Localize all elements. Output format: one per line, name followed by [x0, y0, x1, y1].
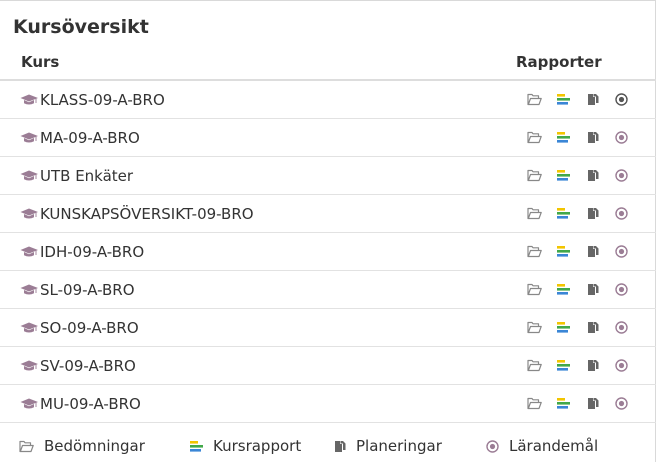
learning-goals-icon[interactable]: [615, 131, 630, 145]
assessments-icon[interactable]: [527, 131, 542, 145]
plannings-icon[interactable]: [587, 397, 602, 411]
assessments-icon[interactable]: [527, 207, 542, 221]
course-link[interactable]: MU-09-A-BRO: [20, 385, 141, 422]
course-name: KUNSKAPSÖVERSIKT-09-BRO: [40, 204, 254, 223]
assessments-icon[interactable]: [527, 283, 542, 297]
course-row: SL-09-A-BRO: [0, 271, 656, 309]
plannings-icon[interactable]: [587, 359, 602, 373]
legend-plannings: Planeringar: [334, 431, 442, 461]
legend-course-report-label: Kursrapport: [213, 437, 302, 455]
assessments-icon[interactable]: [527, 321, 542, 335]
learning-goals-icon[interactable]: [615, 169, 630, 183]
legend-course-report: Kursrapport: [190, 431, 301, 461]
course-row: UTB Enkäter: [0, 157, 656, 195]
graduation-cap-icon: [20, 360, 38, 370]
course-report-icon[interactable]: [557, 397, 572, 411]
course-name: SO-09-A-BRO: [40, 318, 139, 337]
plannings-icon[interactable]: [587, 131, 602, 145]
learning-goals-icon[interactable]: [615, 321, 630, 335]
plannings-icon[interactable]: [587, 245, 602, 259]
learning-goals-icon[interactable]: [615, 207, 630, 221]
course-row: KUNSKAPSÖVERSIKT-09-BRO: [0, 195, 656, 233]
course-name: SL-09-A-BRO: [40, 280, 135, 299]
course-link[interactable]: SO-09-A-BRO: [20, 309, 139, 346]
course-overview-panel: Kursöversikt Kurs Rapporter KLASS-09-A-B…: [0, 0, 656, 462]
learning-goals-icon[interactable]: [615, 93, 630, 107]
course-report-icon[interactable]: [557, 131, 572, 145]
learning-goals-icon[interactable]: [615, 245, 630, 259]
course-row: MU-09-A-BRO: [0, 385, 656, 423]
graduation-cap-icon: [20, 322, 38, 332]
assessments-icon[interactable]: [527, 359, 542, 373]
graduation-cap-icon: [20, 246, 38, 256]
course-report-icon[interactable]: [557, 245, 572, 259]
course-row: SO-09-A-BRO: [0, 309, 656, 347]
legend-learning-goals-label: Lärandemål: [509, 437, 599, 455]
course-name: MA-09-A-BRO: [40, 128, 140, 147]
column-header-reports: Rapporter: [516, 53, 602, 71]
course-report-icon[interactable]: [557, 207, 572, 221]
course-name: IDH-09-A-BRO: [40, 242, 145, 261]
plannings-icon[interactable]: [587, 169, 602, 183]
column-header-course: Kurs: [21, 53, 60, 71]
plannings-icon[interactable]: [587, 321, 602, 335]
legend: Bedömningar Kursrapport Planeringar Lära…: [0, 431, 656, 463]
course-report-icon[interactable]: [557, 359, 572, 373]
course-report-icon[interactable]: [557, 321, 572, 335]
assessments-icon[interactable]: [527, 169, 542, 183]
legend-plannings-label: Planeringar: [356, 437, 442, 455]
graduation-cap-icon: [20, 398, 38, 408]
folder-open-icon: [19, 440, 34, 452]
legend-assessments-label: Bedömningar: [44, 437, 145, 455]
graduation-cap-icon: [20, 132, 38, 142]
course-link[interactable]: KLASS-09-A-BRO: [20, 81, 165, 118]
course-row: IDH-09-A-BRO: [0, 233, 656, 271]
course-link[interactable]: KUNSKAPSÖVERSIKT-09-BRO: [20, 195, 254, 232]
course-list: KLASS-09-A-BRO MA-09-A-BRO UTB Enkäter KUNS…: [0, 81, 656, 423]
plannings-icon[interactable]: [587, 207, 602, 221]
course-report-icon[interactable]: [557, 93, 572, 107]
course-row: MA-09-A-BRO: [0, 119, 656, 157]
course-link[interactable]: SV-09-A-BRO: [20, 347, 136, 384]
course-report-icon[interactable]: [557, 169, 572, 183]
page-title: Kursöversikt: [13, 16, 149, 38]
assessments-icon[interactable]: [527, 397, 542, 411]
course-row: SV-09-A-BRO: [0, 347, 656, 385]
graduation-cap-icon: [20, 94, 38, 104]
plannings-icon[interactable]: [587, 283, 602, 297]
learning-goals-icon[interactable]: [615, 397, 630, 411]
assessments-icon[interactable]: [527, 245, 542, 259]
course-link[interactable]: SL-09-A-BRO: [20, 271, 135, 308]
target-icon: [486, 439, 499, 453]
course-name: SV-09-A-BRO: [40, 356, 136, 375]
copy-icon: [335, 440, 346, 452]
course-link[interactable]: IDH-09-A-BRO: [20, 233, 144, 270]
report-bars-icon: [190, 441, 203, 452]
course-link[interactable]: MA-09-A-BRO: [20, 119, 140, 156]
plannings-icon[interactable]: [587, 93, 602, 107]
graduation-cap-icon: [20, 284, 38, 294]
learning-goals-icon[interactable]: [615, 283, 630, 297]
course-name: MU-09-A-BRO: [40, 394, 141, 413]
graduation-cap-icon: [20, 208, 38, 218]
course-row: KLASS-09-A-BRO: [0, 81, 656, 119]
legend-learning-goals: Lärandemål: [486, 431, 598, 461]
graduation-cap-icon: [20, 170, 38, 180]
assessments-icon[interactable]: [527, 93, 542, 107]
course-link[interactable]: UTB Enkäter: [20, 157, 133, 194]
table-header: Kurs Rapporter: [0, 44, 656, 81]
legend-assessments: Bedömningar: [19, 431, 145, 461]
learning-goals-icon[interactable]: [615, 359, 630, 373]
course-name: KLASS-09-A-BRO: [40, 90, 165, 109]
course-report-icon[interactable]: [557, 283, 572, 297]
course-name: UTB Enkäter: [40, 166, 134, 185]
